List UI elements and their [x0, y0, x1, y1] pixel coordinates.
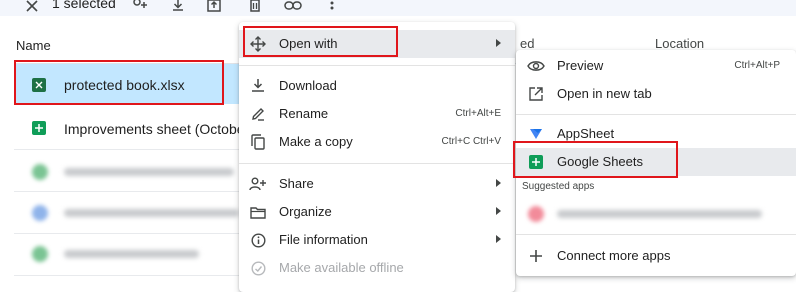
menu-item-download[interactable]: Download [239, 72, 515, 100]
file-row[interactable]: Improvements sheet (October [14, 108, 254, 148]
eye-icon [526, 56, 546, 76]
column-header-name[interactable]: Name [16, 38, 51, 53]
info-icon [248, 230, 268, 250]
submenu-item-suggested-app[interactable] [516, 200, 796, 228]
submenu-item-connect-more-apps[interactable]: Connect more apps [516, 242, 796, 270]
file-row-blurred[interactable] [14, 192, 254, 232]
menu-item-organize[interactable]: Organize [239, 198, 515, 226]
menu-item-shortcut: Ctrl+Alt+E [455, 108, 501, 119]
menu-item-label: Make a copy [279, 134, 353, 149]
menu-item-make-available-offline: Make available offline [239, 254, 515, 282]
menu-item-file-information[interactable]: File information [239, 226, 515, 254]
menu-divider [239, 65, 515, 66]
close-icon[interactable] [22, 0, 42, 15]
menu-item-label: Make available offline [279, 260, 404, 275]
context-menu: Open with Download Rename Ctrl+Alt+E Mak… [239, 22, 515, 292]
submenu-item-label: AppSheet [557, 126, 615, 141]
blurred-file-name [64, 250, 199, 258]
highlight-outline [243, 26, 398, 57]
row-divider [14, 275, 239, 276]
share-person-icon[interactable] [129, 0, 149, 15]
submenu-arrow-icon [496, 207, 501, 215]
menu-item-label: Download [279, 78, 337, 93]
menu-item-shortcut: Ctrl+C Ctrl+V [441, 136, 501, 147]
submenu-arrow-icon [496, 179, 501, 187]
menu-item-label: Share [279, 176, 314, 191]
folder-icon [248, 202, 268, 222]
delete-icon[interactable] [245, 0, 265, 15]
submenu-item-preview[interactable]: Preview Ctrl+Alt+P [516, 52, 796, 80]
link-icon[interactable] [283, 0, 303, 15]
submenu-divider [516, 234, 796, 235]
blurred-file-icon [32, 164, 48, 180]
selection-toolbar [0, 0, 796, 16]
submenu-item-label: Open in new tab [557, 86, 652, 101]
submenu-arrow-icon [496, 39, 501, 47]
submenu-arrow-icon [496, 235, 501, 243]
more-vert-icon[interactable] [322, 0, 342, 15]
submenu-item-label: Preview [557, 58, 604, 73]
column-header-modified[interactable]: ed [520, 36, 534, 51]
blurred-file-icon [32, 246, 48, 262]
menu-item-make-copy[interactable]: Make a copy Ctrl+C Ctrl+V [239, 128, 515, 156]
highlight-outline [14, 60, 224, 105]
rename-icon [248, 104, 268, 124]
file-row-blurred[interactable] [14, 234, 254, 274]
blurred-app-icon [528, 206, 544, 222]
suggested-apps-header: Suggested apps [522, 181, 595, 192]
selection-count: 1 selected [52, 0, 116, 11]
blurred-file-name [64, 168, 234, 176]
download-icon[interactable] [168, 0, 188, 15]
file-name: Improvements sheet (October [64, 121, 250, 137]
blurred-file-name [64, 209, 239, 217]
menu-item-label: File information [279, 232, 368, 247]
submenu-divider [516, 114, 796, 115]
download-icon [248, 76, 268, 96]
plus-icon [526, 246, 546, 266]
submenu-item-shortcut: Ctrl+Alt+P [734, 60, 780, 71]
open-new-tab-icon [526, 84, 546, 104]
sheets-icon [32, 121, 46, 135]
menu-item-share[interactable]: Share [239, 170, 515, 198]
share-person-icon [248, 174, 268, 194]
move-icon[interactable] [204, 0, 224, 15]
blurred-file-icon [32, 205, 48, 221]
highlight-outline [513, 141, 678, 178]
menu-item-label: Organize [279, 204, 332, 219]
offline-icon [248, 258, 268, 278]
menu-item-label: Rename [279, 106, 329, 121]
blurred-app-name [557, 210, 762, 218]
submenu-item-open-in-new-tab[interactable]: Open in new tab [516, 80, 796, 108]
copy-icon [248, 132, 268, 152]
menu-item-rename[interactable]: Rename Ctrl+Alt+E [239, 100, 515, 128]
submenu-item-label: Connect more apps [557, 248, 671, 263]
file-row-blurred[interactable] [14, 150, 254, 190]
menu-divider [239, 163, 515, 164]
column-header-location[interactable]: Location [655, 36, 704, 51]
